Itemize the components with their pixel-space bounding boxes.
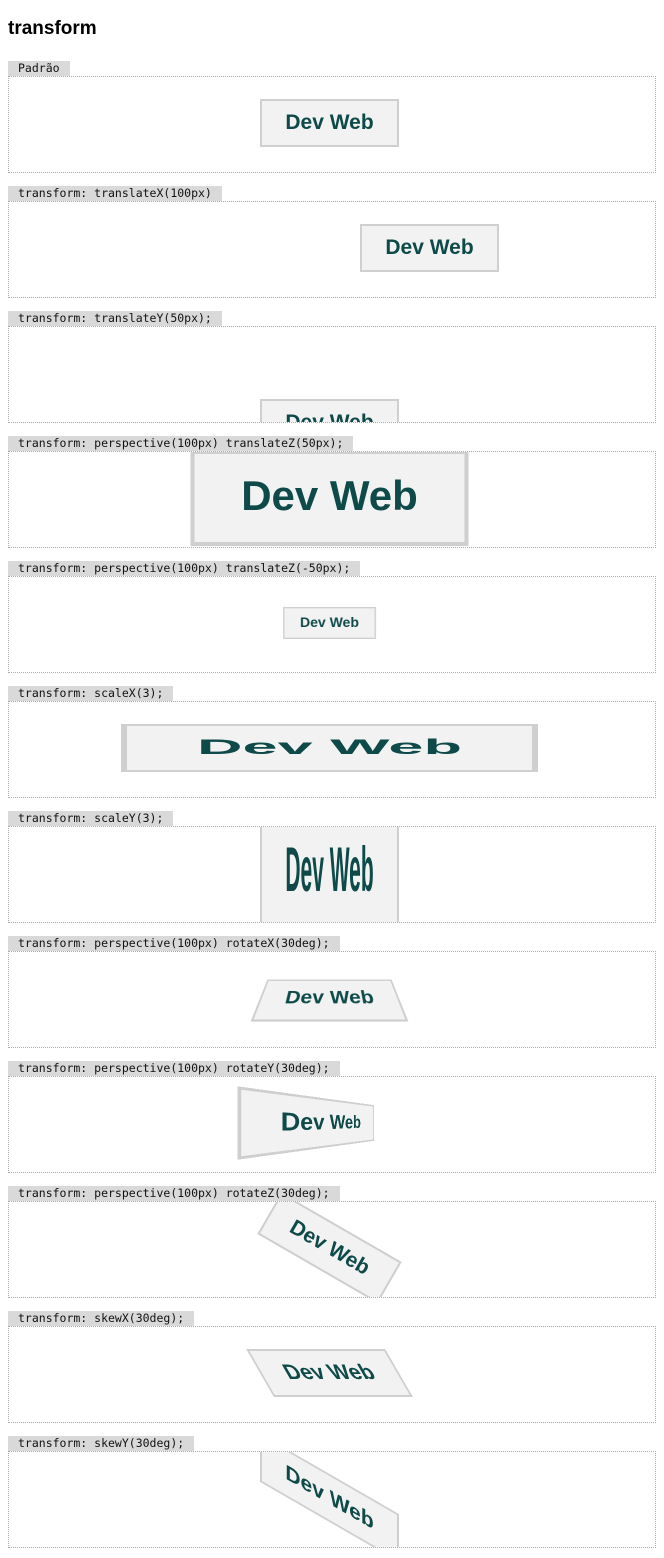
demo-box: Dev Web <box>260 1451 399 1548</box>
example-container: Dev Web <box>8 701 656 798</box>
demo-box: Dev Web <box>246 1349 413 1397</box>
example-container: Dev Web <box>8 1076 656 1173</box>
demo-box: Dev Web <box>260 399 399 423</box>
demo-box: Dev Web <box>237 1086 374 1160</box>
example-label: transform: perspective(100px) translateZ… <box>8 436 353 451</box>
example-container: Dev Web <box>8 576 656 673</box>
example-label: transform: scaleY(3); <box>8 811 173 826</box>
demo-box: Dev Web <box>121 724 538 772</box>
example-label: transform: scaleX(3); <box>8 686 173 701</box>
demo-box: Dev Web <box>283 607 376 639</box>
example-container: Dev Web <box>8 1326 656 1423</box>
demo-box: Dev Web <box>257 1201 401 1298</box>
example-label: transform: translateY(50px); <box>8 311 222 326</box>
example-container: Dev Web <box>8 1451 656 1548</box>
demo-box: Dev Web <box>191 451 469 546</box>
example-label: transform: skewX(30deg); <box>8 1311 194 1326</box>
example-label: transform: skewY(30deg); <box>8 1436 194 1451</box>
example-container: Dev Web <box>8 451 656 548</box>
example-container: Dev Web <box>8 826 656 923</box>
example-label: transform: perspective(100px) rotateY(30… <box>8 1061 340 1076</box>
example-container: Dev Web <box>8 951 656 1048</box>
example-container: Dev Web <box>8 326 656 423</box>
example-label: transform: perspective(100px) translateZ… <box>8 561 360 576</box>
demo-box: Dev Web <box>360 224 499 272</box>
page-title: transform <box>8 18 97 40</box>
demo-box: Dev Web <box>260 99 399 147</box>
example-container: Dev Web <box>8 201 656 298</box>
example-container: Dev Web <box>8 1201 656 1298</box>
demo-box: Dev Web <box>251 979 409 1021</box>
example-label: transform: translateX(100px) <box>8 186 222 201</box>
example-label: transform: perspective(100px) rotateZ(30… <box>8 1186 340 1201</box>
example-label: transform: perspective(100px) rotateX(30… <box>8 936 340 951</box>
example-label: Padrão <box>8 61 70 76</box>
demo-box: Dev Web <box>260 826 399 923</box>
example-container: Dev Web <box>8 76 656 173</box>
